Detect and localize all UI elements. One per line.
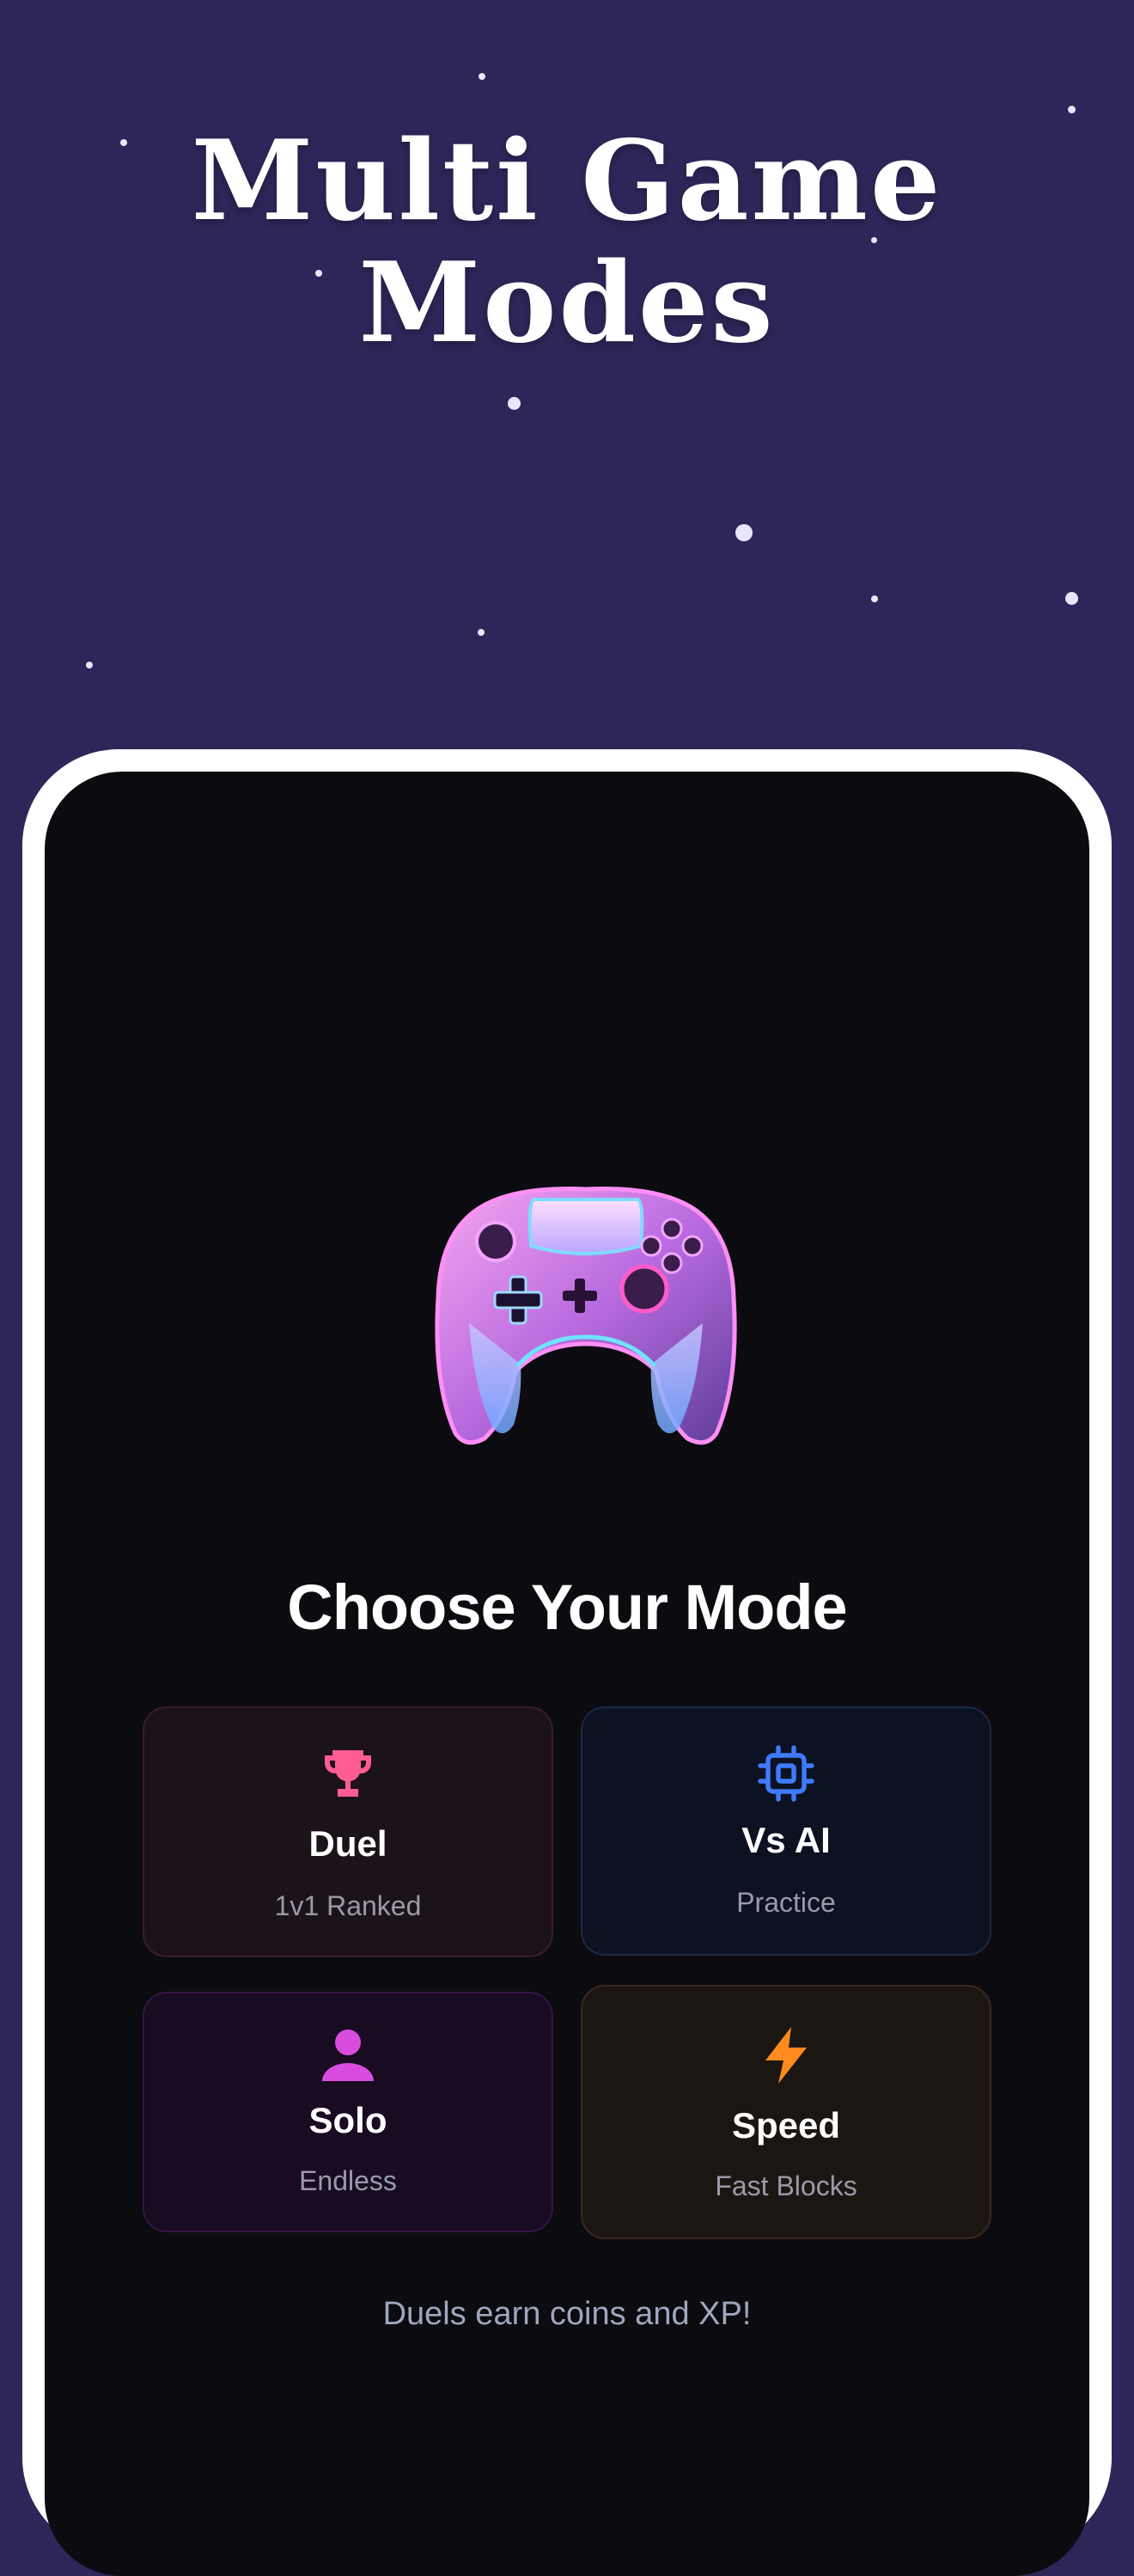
mode-title: Solo [308, 2100, 387, 2140]
phone-screen: Choose Your Mode Duel 1v1 Ranked Vs AI P… [45, 772, 1089, 2576]
mode-title: Duel [308, 1823, 387, 1864]
headline-line-2: Modes [358, 239, 776, 368]
mode-title: Speed [731, 2105, 841, 2146]
star [735, 524, 753, 541]
trophy-icon [317, 1743, 379, 1804]
mode-subtitle: Practice [736, 1887, 836, 1918]
star [479, 73, 485, 80]
mode-card-vs-ai[interactable]: Vs AI Practice [581, 1706, 991, 1956]
person-icon [317, 2024, 379, 2086]
cpu-chip-icon [755, 1743, 817, 1804]
lightning-bolt-icon [755, 2024, 817, 2086]
mode-subtitle: Endless [299, 2165, 397, 2196]
headline-line-1: Multi Game [191, 117, 943, 246]
mode-card-solo[interactable]: Solo Endless [143, 1992, 553, 2232]
mode-card-speed[interactable]: Speed Fast Blocks [581, 1985, 991, 2239]
star [120, 139, 127, 146]
star [508, 397, 521, 410]
marketing-headline: Multi Game Modes [0, 120, 1134, 364]
star [86, 662, 93, 668]
gamepad-illustration [414, 1160, 758, 1452]
screen-title: Choose Your Mode [287, 1572, 847, 1643]
mode-subtitle: Fast Blocks [715, 2170, 857, 2201]
star [871, 595, 878, 602]
mode-card-duel[interactable]: Duel 1v1 Ranked [143, 1706, 553, 1957]
star [478, 629, 485, 636]
star [1065, 592, 1078, 605]
reward-hint: Duels earn coins and XP! [382, 2296, 752, 2332]
star [1068, 106, 1076, 113]
star [315, 270, 322, 277]
mode-subtitle: 1v1 Ranked [274, 1890, 422, 1921]
mode-title: Vs AI [741, 1820, 831, 1860]
star [871, 237, 877, 243]
